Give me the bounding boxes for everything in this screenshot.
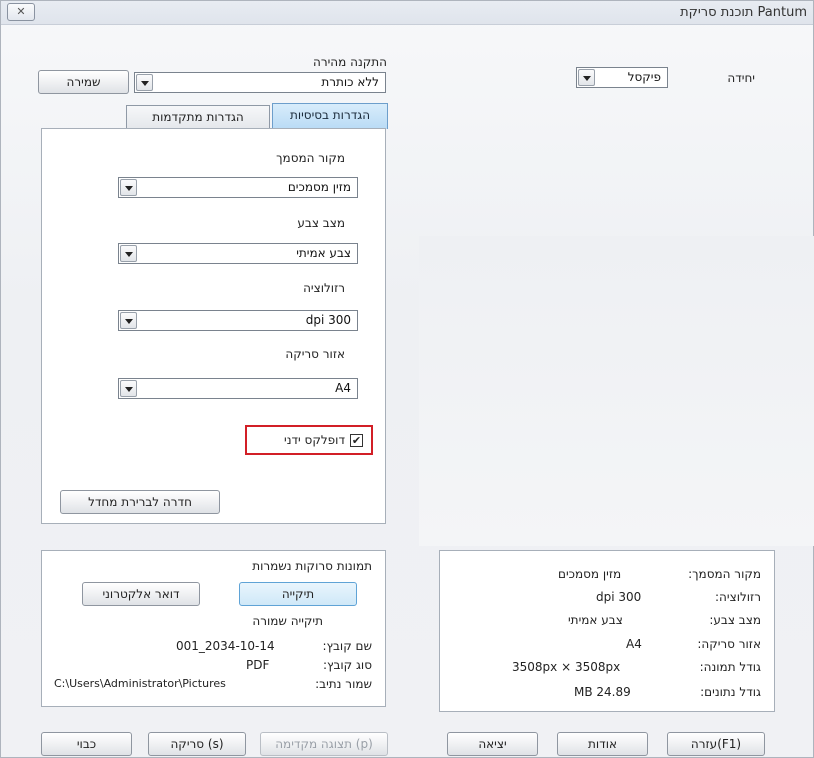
info-datasize-value: MB 24.89 [574,685,631,699]
manual-duplex-checkbox[interactable]: ✔ [350,434,363,447]
info-area-value: A4 [626,637,642,651]
unit-value: פיקסל [627,70,661,84]
color-select[interactable]: צבע אמיתי [118,243,358,264]
save-preset-button[interactable]: שמירה [38,70,129,94]
scan-info-panel: מקור המסמך: מזין מסמכים רזולוציה: dpi 30… [439,550,775,712]
chevron-down-icon [120,245,137,262]
resolution-select[interactable]: dpi 300 [118,310,358,331]
source-select[interactable]: מזין מסמכים [118,177,358,198]
scan-button[interactable]: סריקה (s) [148,732,246,756]
info-color-value: צבע אמיתי [568,613,623,627]
info-area-key: אזור סריקה: [697,637,761,651]
chevron-down-icon [120,179,137,196]
source-value: מזין מסמכים [287,180,351,194]
close-button[interactable]: ✕ [7,3,35,21]
saved-images-heading: תמונות סרוקות נשמרות [252,559,372,573]
basic-settings-panel: מקור המסמך מזין מסמכים מצב צבע צבע אמיתי… [41,128,386,524]
filetype-value: PDF [246,658,270,672]
info-datasize-key: גודל נתונים: [700,685,761,699]
resolution-label: רזולוציה [303,281,345,295]
off-button[interactable]: כבוי [41,732,132,756]
scan-window: ✕ תוכנת סריקת Pantum יחידה פיקסל התקנה מ… [0,0,814,758]
email-button[interactable]: דואר אלקטרוני [82,582,200,606]
resolution-value: dpi 300 [305,313,351,327]
folder-button[interactable]: תיקייה [239,582,357,606]
info-source-value: מזין מסמכים [558,567,622,581]
info-source-key: מקור המסמך: [688,567,761,581]
filename-value: 001_2034-10-14 [176,639,275,653]
chevron-down-icon [136,74,153,91]
help-button[interactable]: עזרה(F1) [667,732,765,756]
color-value: צבע אמיתי [296,246,351,260]
chevron-down-icon [120,312,137,329]
tab-advanced[interactable]: הגדרות מתקדמות [126,105,270,129]
scan-area-select[interactable]: A4 [118,378,358,399]
exit-button[interactable]: יציאה [447,732,538,756]
manual-duplex-label: דופלקס ידני [284,433,345,447]
restore-defaults-button[interactable]: חדרה לברירת מחדל [60,490,220,514]
info-resolution-key: רזולוציה: [715,590,761,604]
color-label: מצב צבע [297,216,345,230]
path-key: שמור נתיב: [315,677,372,691]
preview-button[interactable]: תצוגה מקדימה (p) [260,732,388,756]
filetype-key: סוג קובץ: [322,658,372,672]
preset-label: התקנה מהירה [313,55,387,69]
about-button[interactable]: אודות [557,732,648,756]
info-color-key: מצב צבע: [709,613,761,627]
unit-label: יחידה [727,71,755,85]
preset-select[interactable]: ללא כותרת [134,72,386,93]
window-title: תוכנת סריקת Pantum [680,5,807,20]
info-imagesize-value: 3508px × 3508px [512,660,621,674]
manual-duplex-highlight: ✔ דופלקס ידני [245,425,373,455]
scan-area-label: אזור סריקה [285,347,345,361]
chevron-down-icon [578,69,595,86]
preset-value: ללא כותרת [321,75,379,89]
filename-key: שם קובץ: [322,639,372,653]
close-icon: ✕ [16,5,26,18]
preview-area [419,236,814,546]
info-resolution-value: dpi 300 [596,590,642,604]
info-imagesize-key: גודל תמונה: [699,660,761,674]
unit-select[interactable]: פיקסל [576,67,668,88]
title-bar: ✕ תוכנת סריקת Pantum [1,1,813,25]
saved-folder-label: תיקייה שמורה [252,614,323,628]
saved-images-panel: תמונות סרוקות נשמרות דואר אלקטרוני תיקיי… [41,550,386,707]
chevron-down-icon [120,380,137,397]
path-value: C:\Users\Administrator\Pictures [54,677,226,690]
source-label: מקור המסמך [276,151,345,165]
tab-basic[interactable]: הגדרות בסיסיות [272,103,388,129]
scan-area-value: A4 [335,381,351,395]
